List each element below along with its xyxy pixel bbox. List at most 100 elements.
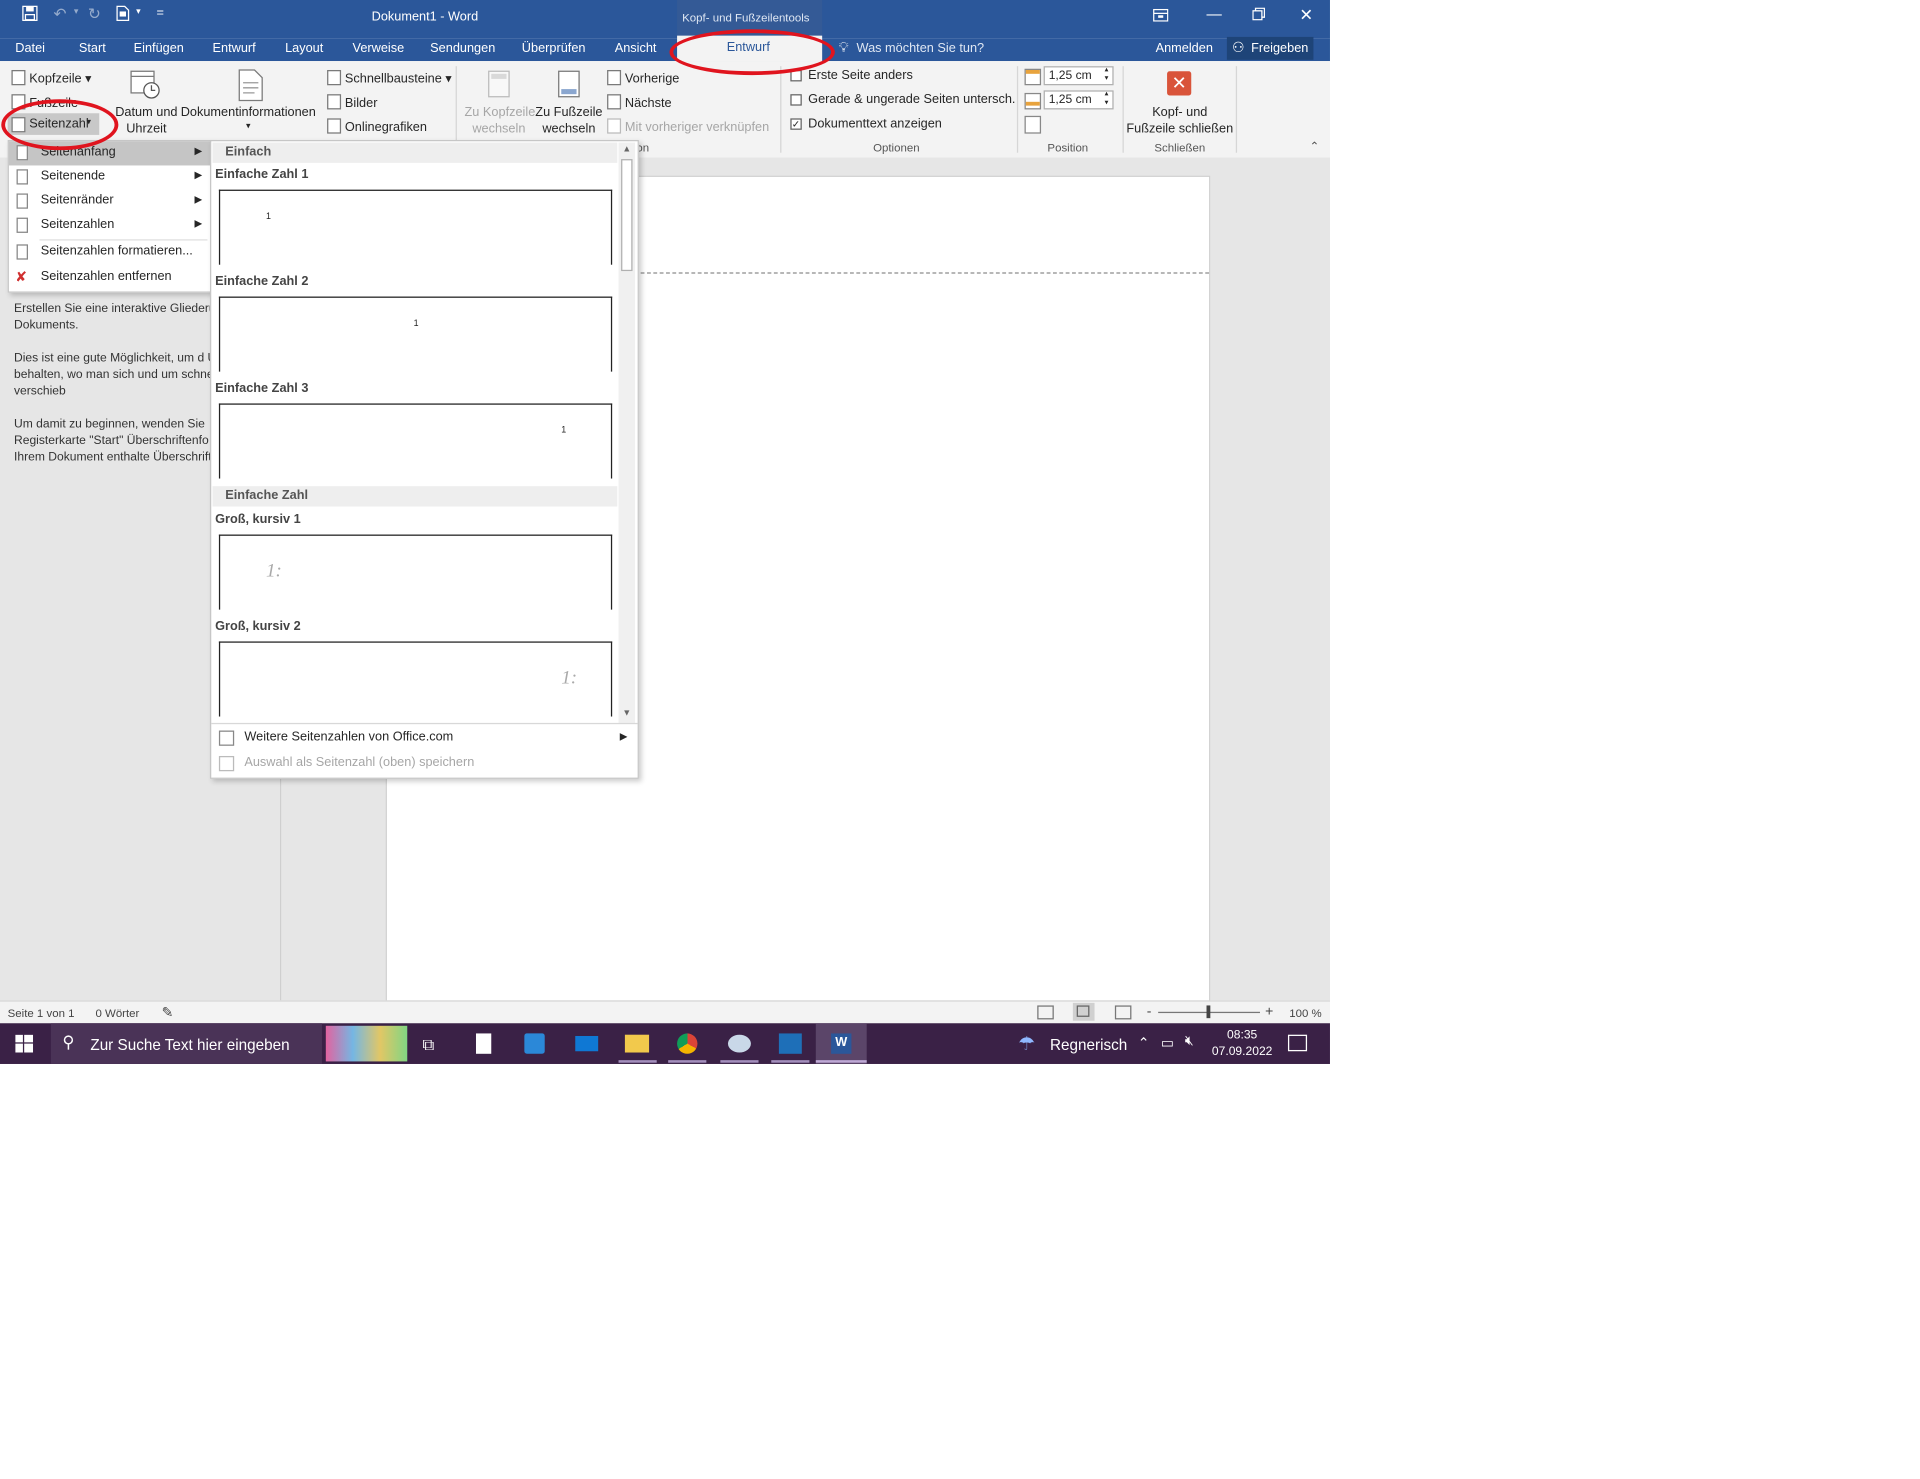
tab-layout[interactable]: Layout xyxy=(285,42,323,56)
footer-position-stepper[interactable]: 1,25 cm ▴ ▾ xyxy=(1043,90,1114,110)
footer-bottom-position-icon xyxy=(1024,92,1042,110)
task-view-icon[interactable]: ⧉ xyxy=(423,1035,435,1055)
ribbon-display-options-icon[interactable] xyxy=(1153,8,1169,26)
paint-icon[interactable] xyxy=(727,1034,751,1053)
menu-item-formatieren[interactable]: Seitenzahlen formatieren... xyxy=(9,241,210,265)
mail-icon[interactable] xyxy=(575,1035,599,1052)
notepad-icon[interactable] xyxy=(475,1033,492,1054)
zoom-in-button[interactable]: + xyxy=(1265,1004,1273,1019)
tab-datei[interactable]: Datei xyxy=(15,42,45,56)
undo-icon[interactable]: ↶ xyxy=(53,5,66,23)
web-layout-icon[interactable] xyxy=(1114,1005,1132,1020)
undo-dropdown-icon[interactable]: ▾ xyxy=(74,6,78,17)
customize-qat-icon[interactable]: = xyxy=(157,6,164,20)
page-top-icon xyxy=(16,145,28,161)
zu-fusszeile-button[interactable]: Zu Fußzeile wechseln xyxy=(535,106,604,137)
new-document-dropdown-icon[interactable]: ▾ xyxy=(136,6,140,17)
page-count[interactable]: Seite 1 von 1 xyxy=(8,1007,75,1020)
zoom-level[interactable]: 100 % xyxy=(1289,1007,1321,1020)
save-icon[interactable] xyxy=(22,5,39,25)
scroll-up-icon[interactable]: ▲ xyxy=(622,145,631,154)
tab-sendungen[interactable]: Sendungen xyxy=(430,42,495,56)
store-icon[interactable] xyxy=(524,1033,545,1054)
print-layout-icon[interactable] xyxy=(1072,1002,1095,1021)
taskbar: ⚲ Zur Suche Text hier eingeben ⧉ W ☂ Reg… xyxy=(0,1023,1330,1064)
notifications-icon[interactable] xyxy=(1287,1034,1308,1052)
running-indicator xyxy=(720,1060,759,1063)
goto-footer-icon xyxy=(557,70,580,102)
dokumenttext-checkbox[interactable]: ✓ xyxy=(790,118,802,130)
close-window-icon[interactable]: ✕ xyxy=(1299,5,1313,25)
zu-kopfzeile-button[interactable]: Zu Kopfzeile wechseln xyxy=(465,106,536,137)
tab-start[interactable]: Start xyxy=(79,42,106,56)
proofing-icon[interactable]: ✎ xyxy=(162,1004,174,1020)
stepper-arrows-icon[interactable]: ▴ ▾ xyxy=(1105,90,1109,108)
close-label-2: Fußzeile schließen xyxy=(1126,122,1234,137)
vorherige-button[interactable]: Vorherige xyxy=(607,69,679,87)
sign-in-link[interactable]: Anmelden xyxy=(1156,42,1213,56)
scrollbar-thumb[interactable] xyxy=(621,159,633,272)
gallery-item-gross-kursiv-1[interactable]: 1: xyxy=(218,534,613,610)
dokumentinformationen-button[interactable]: Dokumentinformationen ▾ xyxy=(181,106,316,131)
gallery-item-gross-kursiv-2[interactable]: 1: xyxy=(218,641,613,717)
show-hidden-icons-icon[interactable]: ⌃ xyxy=(1138,1035,1150,1051)
word-count[interactable]: 0 Wörter xyxy=(95,1007,139,1020)
datum-uhrzeit-button[interactable]: Datum und Uhrzeit xyxy=(115,106,179,137)
menu-item-seitenzahlen[interactable]: Seitenzahlen ▶ xyxy=(9,214,210,238)
verknuepfen-button[interactable]: Mit vorheriger verknüpfen xyxy=(607,118,769,135)
network-icon[interactable]: ▭ xyxy=(1161,1035,1174,1051)
restore-icon[interactable] xyxy=(1252,7,1266,25)
onlinegrafiken-button[interactable]: Onlinegrafiken xyxy=(327,118,427,135)
gallery-item-einfache-zahl-3[interactable]: 1 xyxy=(218,403,613,479)
read-mode-icon[interactable] xyxy=(1037,1005,1054,1020)
taskbar-search-box[interactable]: ⚲ Zur Suche Text hier eingeben xyxy=(50,1023,322,1064)
file-explorer-icon[interactable] xyxy=(624,1034,650,1053)
zoom-out-button[interactable]: - xyxy=(1147,1004,1152,1019)
header-position-value: 1,25 cm xyxy=(1048,68,1092,83)
kopfzeile-button[interactable]: Kopfzeile ▾ xyxy=(11,69,92,87)
kopf-fusszeile-schliessen-button[interactable]: Kopf- und Fußzeile schließen xyxy=(1126,106,1233,137)
chrome-icon[interactable] xyxy=(677,1033,698,1054)
new-document-icon[interactable] xyxy=(116,5,131,25)
more-page-numbers-item[interactable]: Weitere Seitenzahlen von Office.com ▶ xyxy=(211,727,637,751)
redo-icon[interactable]: ↻ xyxy=(88,5,101,23)
ribbon-tabs: Datei Start Einfügen Entwurf Layout Verw… xyxy=(0,35,1330,62)
header-position-stepper[interactable]: 1,25 cm ▴ ▾ xyxy=(1043,66,1114,86)
search-highlight-image[interactable] xyxy=(325,1025,408,1062)
menu-item-seitenraender[interactable]: Seitenränder ▶ xyxy=(9,190,210,214)
ribbon-separator xyxy=(1016,66,1019,153)
gerade-ungerade-checkbox[interactable] xyxy=(790,94,802,106)
tab-ueberpruefen[interactable]: Überprüfen xyxy=(522,42,586,56)
zoom-slider-thumb[interactable] xyxy=(1206,1005,1211,1019)
clock[interactable]: 08:35 07.09.2022 xyxy=(1212,1027,1273,1060)
photos-icon[interactable] xyxy=(778,1033,802,1054)
weather-label[interactable]: Regnerisch xyxy=(1050,1036,1127,1054)
windows-start-icon[interactable] xyxy=(15,1034,34,1057)
save-selection-item[interactable]: Auswahl als Seitenzahl (oben) speichern xyxy=(211,752,637,776)
tab-einfuegen[interactable]: Einfügen xyxy=(134,42,184,56)
menu-item-entfernen[interactable]: ✘ Seitenzahlen entfernen xyxy=(9,266,210,290)
tab-ansicht[interactable]: Ansicht xyxy=(615,42,657,56)
kopfzeile-label: Kopfzeile xyxy=(29,72,82,87)
schnellbausteine-button[interactable]: Schnellbausteine ▾ xyxy=(327,69,452,87)
group-optionen-label: Optionen xyxy=(873,141,920,154)
bilder-button[interactable]: Bilder xyxy=(327,94,377,111)
weather-rain-icon[interactable]: ☂ xyxy=(1018,1032,1035,1055)
tab-entwurf[interactable]: Entwurf xyxy=(213,42,256,56)
tell-me-search[interactable]: Was möchten Sie tun? xyxy=(857,42,985,56)
stepper-arrows-icon[interactable]: ▴ ▾ xyxy=(1105,66,1109,84)
menu-item-seitenende[interactable]: Seitenende ▶ xyxy=(9,165,210,189)
naechste-button[interactable]: Nächste xyxy=(607,94,672,111)
gallery-item-title: Einfache Zahl 1 xyxy=(215,167,309,182)
gallery-item-einfache-zahl-1[interactable]: 1 xyxy=(218,189,613,265)
tab-verweise[interactable]: Verweise xyxy=(353,42,405,56)
share-button[interactable]: ⚇ Freigeben xyxy=(1226,36,1314,60)
gallery-scrollbar[interactable]: ▲ ▼ xyxy=(618,142,636,723)
insert-alignment-tab-icon[interactable] xyxy=(1024,115,1042,134)
minimize-icon[interactable]: — xyxy=(1207,5,1222,23)
scroll-down-icon[interactable]: ▼ xyxy=(622,709,631,718)
word-taskbar-button[interactable]: W xyxy=(815,1023,867,1064)
volume-muted-icon[interactable]: 🔇︎ xyxy=(1185,1033,1194,1050)
collapse-ribbon-icon[interactable]: ⌃ xyxy=(1310,140,1320,154)
gallery-item-einfache-zahl-2[interactable]: 1 xyxy=(218,296,613,372)
